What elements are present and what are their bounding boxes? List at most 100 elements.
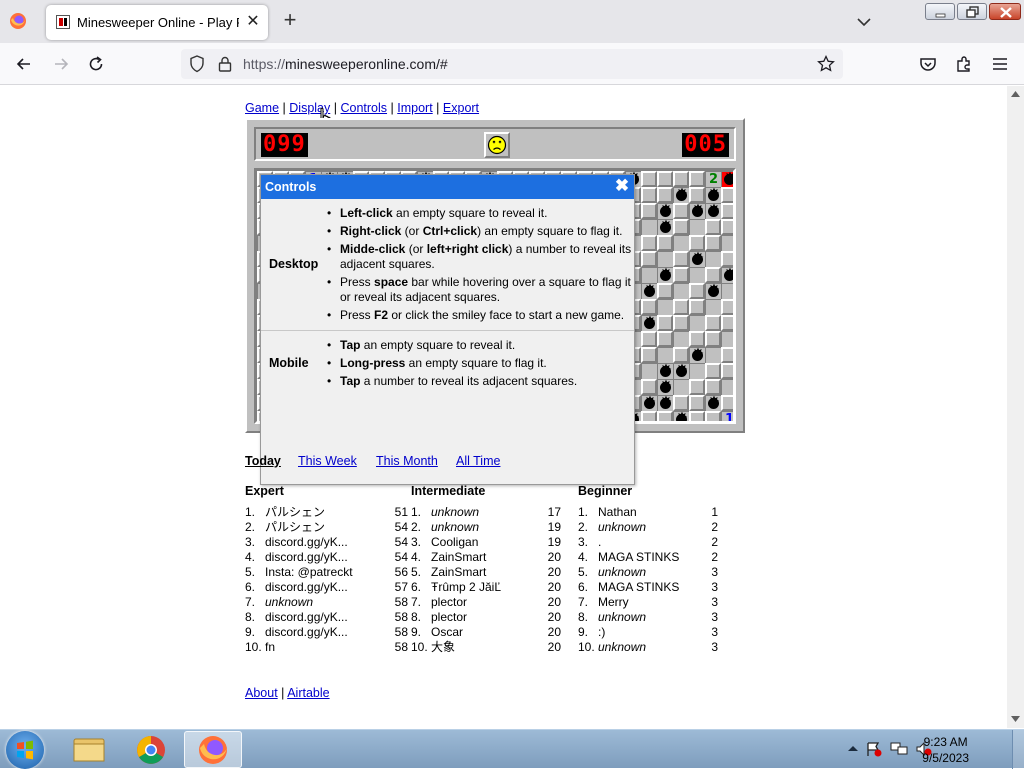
- mine-cell[interactable]: [721, 171, 733, 187]
- hamburger-menu-icon[interactable]: [990, 54, 1010, 74]
- number-cell[interactable]: 1: [721, 411, 733, 421]
- board-cell[interactable]: [705, 299, 721, 315]
- extensions-puzzle-icon[interactable]: [954, 54, 974, 74]
- board-cell[interactable]: [641, 219, 657, 235]
- menu-controls-link[interactable]: Controls: [340, 101, 387, 115]
- board-cell[interactable]: [689, 395, 705, 411]
- board-cell[interactable]: [641, 347, 657, 363]
- mine-cell[interactable]: [705, 201, 722, 219]
- board-cell[interactable]: [673, 267, 689, 283]
- network-icon[interactable]: [890, 741, 908, 757]
- board-cell[interactable]: [673, 331, 689, 347]
- taskbar-firefox[interactable]: [184, 731, 242, 768]
- board-cell[interactable]: [673, 379, 689, 395]
- about-link[interactable]: About: [245, 686, 278, 700]
- board-cell[interactable]: [689, 299, 705, 315]
- board-cell[interactable]: [657, 315, 673, 331]
- board-cell[interactable]: [721, 235, 733, 251]
- mine-cell[interactable]: [657, 265, 674, 283]
- forward-arrow-icon[interactable]: [51, 54, 71, 74]
- board-cell[interactable]: [657, 299, 673, 315]
- board-cell[interactable]: [705, 235, 721, 251]
- board-cell[interactable]: [657, 283, 673, 299]
- show-desktop-button[interactable]: [1012, 730, 1024, 769]
- board-cell[interactable]: [641, 235, 657, 251]
- mine-cell[interactable]: [641, 393, 658, 411]
- reload-icon[interactable]: [86, 54, 106, 74]
- mine-cell[interactable]: [673, 409, 690, 421]
- board-cell[interactable]: [673, 283, 689, 299]
- browser-tab-active[interactable]: Minesweeper Online - Play Free ✕: [46, 5, 268, 40]
- period-tab-all-time[interactable]: All Time: [456, 454, 500, 468]
- show-hidden-icons-chevron-icon[interactable]: [844, 741, 862, 757]
- board-cell[interactable]: [657, 171, 673, 187]
- mine-cell[interactable]: [705, 281, 722, 299]
- system-clock[interactable]: 9:23 AM 9/5/2023: [922, 734, 969, 766]
- board-cell[interactable]: [721, 363, 733, 379]
- action-center-flag-icon[interactable]: [865, 741, 883, 757]
- firefox-menu-icon[interactable]: [9, 12, 27, 30]
- board-cell[interactable]: [721, 219, 733, 235]
- mine-cell[interactable]: [657, 217, 674, 235]
- board-cell[interactable]: [689, 283, 705, 299]
- smiley-face-button[interactable]: [484, 132, 510, 158]
- scroll-down-arrow-icon[interactable]: [1011, 716, 1020, 722]
- menu-import-link[interactable]: Import: [397, 101, 432, 115]
- new-tab-icon[interactable]: +: [279, 9, 301, 32]
- board-cell[interactable]: [673, 235, 689, 251]
- back-arrow-icon[interactable]: [14, 54, 34, 74]
- board-cell[interactable]: [705, 411, 721, 421]
- board-cell[interactable]: [641, 171, 657, 187]
- mine-cell[interactable]: [689, 201, 706, 219]
- taskbar-file-explorer[interactable]: [60, 731, 118, 768]
- taskbar-chrome[interactable]: [122, 731, 180, 768]
- board-cell[interactable]: [689, 315, 705, 331]
- address-bar[interactable]: https://minesweeperonline.com/#: [181, 49, 843, 79]
- board-cell[interactable]: [689, 171, 705, 187]
- board-cell[interactable]: [673, 315, 689, 331]
- board-cell[interactable]: [721, 331, 733, 347]
- dialog-close-icon[interactable]: ✖: [614, 177, 630, 195]
- board-cell[interactable]: [705, 251, 721, 267]
- board-cell[interactable]: [641, 203, 657, 219]
- bookmark-star-icon[interactable]: [816, 54, 836, 74]
- board-cell[interactable]: [657, 411, 673, 421]
- board-cell[interactable]: [721, 187, 733, 203]
- board-cell[interactable]: [673, 251, 689, 267]
- pocket-icon[interactable]: [918, 54, 938, 74]
- list-all-tabs-icon[interactable]: [853, 12, 875, 32]
- board-cell[interactable]: [657, 331, 673, 347]
- mine-cell[interactable]: [721, 265, 733, 283]
- period-tab-today[interactable]: Today: [245, 454, 281, 468]
- board-cell[interactable]: [721, 347, 733, 363]
- start-button[interactable]: [6, 731, 44, 769]
- mine-cell[interactable]: [705, 393, 722, 411]
- board-cell[interactable]: [689, 363, 705, 379]
- mine-cell[interactable]: [657, 393, 674, 411]
- board-cell[interactable]: [641, 411, 657, 421]
- window-restore-button[interactable]: [957, 3, 987, 20]
- tab-close-icon[interactable]: ✕: [244, 13, 262, 31]
- airtable-link[interactable]: Airtable: [287, 686, 329, 700]
- board-cell[interactable]: [721, 203, 733, 219]
- mine-cell[interactable]: [673, 361, 690, 379]
- menu-game-link[interactable]: Game: [245, 101, 279, 115]
- mine-cell[interactable]: [641, 313, 658, 331]
- board-cell[interactable]: [673, 203, 689, 219]
- mine-cell[interactable]: [689, 345, 706, 363]
- board-cell[interactable]: [657, 235, 673, 251]
- board-cell[interactable]: [721, 315, 733, 331]
- board-cell[interactable]: [721, 379, 733, 395]
- board-cell[interactable]: [705, 331, 721, 347]
- board-cell[interactable]: [641, 187, 657, 203]
- page-scrollbar[interactable]: [1007, 86, 1024, 728]
- menu-export-link[interactable]: Export: [443, 101, 479, 115]
- tracking-protection-shield-icon[interactable]: [187, 54, 207, 74]
- board-cell[interactable]: [673, 219, 689, 235]
- mine-cell[interactable]: [689, 249, 706, 267]
- board-cell[interactable]: [673, 299, 689, 315]
- board-cell[interactable]: [689, 267, 705, 283]
- board-cell[interactable]: [705, 219, 721, 235]
- board-cell[interactable]: [689, 219, 705, 235]
- board-cell[interactable]: [705, 363, 721, 379]
